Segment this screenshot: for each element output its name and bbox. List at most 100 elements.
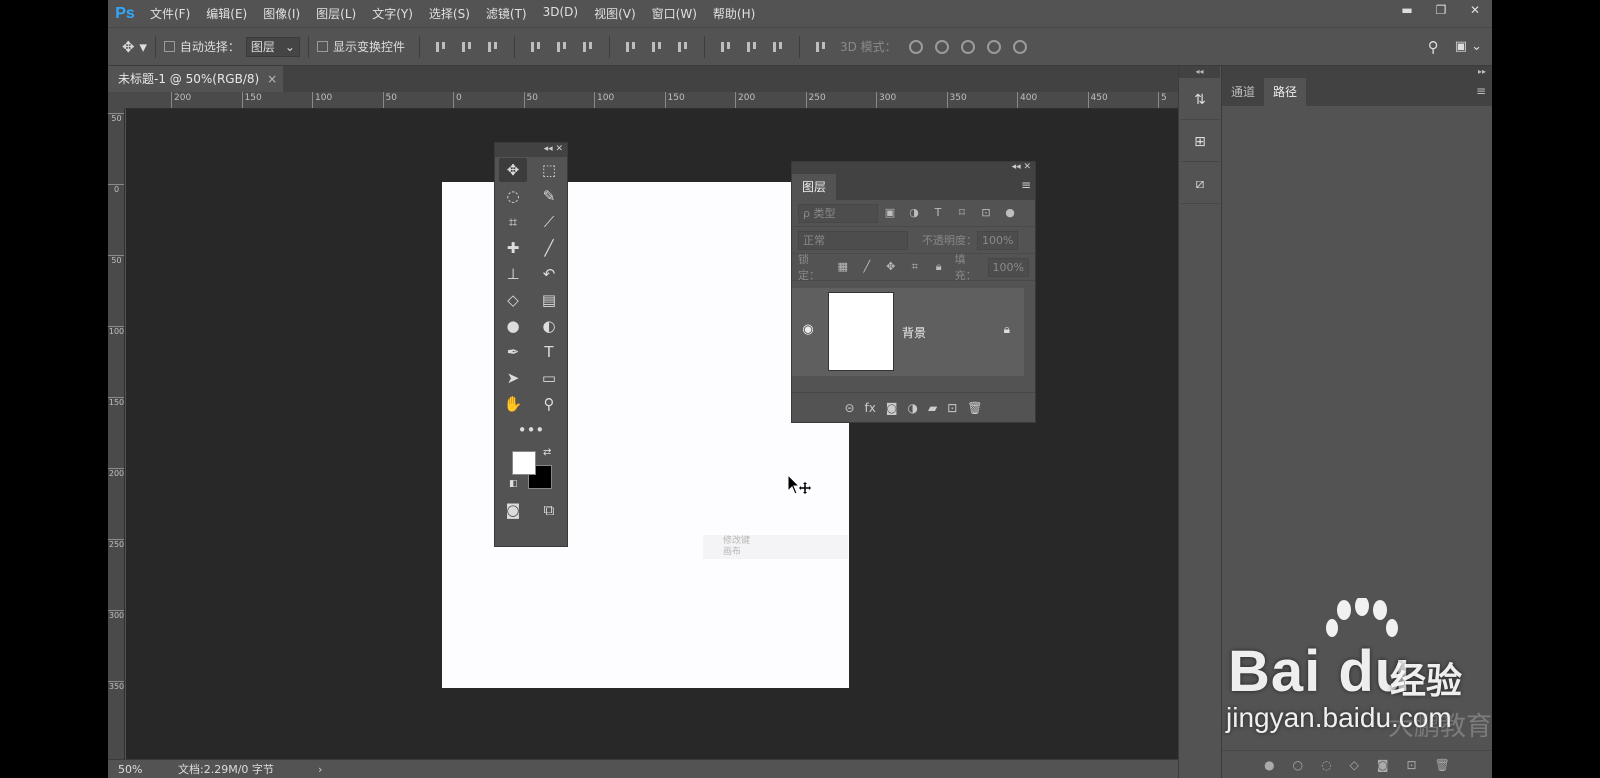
tools-panel-header[interactable]: ◂◂ ✕ [495,143,567,157]
ruler-origin[interactable] [108,92,125,109]
menu-item[interactable]: 文件(F) [142,5,198,22]
fill-path-icon[interactable]: ● [1264,758,1274,772]
history-panel-icon[interactable]: ⇅ [1181,82,1219,120]
fill-field[interactable]: 100% [987,257,1029,277]
tab-paths[interactable]: 路径 [1264,78,1307,106]
canvas-area[interactable]: 修改键 画布 ◂◂ ✕ ✥ ⬚ ◌ ✎ ⌗ ⟋ ✚ ╱ ⊥ ↶ ◇ ▤ ● ◐ ✒ T ➤ ▭ ✋ ⚲ ••• ⇄ ◧ … [126,109,1178,759]
add-mask-icon[interactable]: ◙ [1377,758,1389,772]
show-transform-checkbox[interactable] [316,41,328,52]
restore-button[interactable]: ❐ [1424,0,1458,22]
quick-select-tool-icon[interactable]: ✎ [535,184,563,208]
menu-item[interactable]: 窗口(W) [644,5,705,22]
align-hcenter-icon[interactable] [555,40,569,54]
pen-tool-icon[interactable]: ✒ [499,340,527,364]
delete-path-icon[interactable]: 🗑 [1435,758,1450,772]
3d-roll-icon[interactable] [934,39,949,54]
eyedropper-tool-icon[interactable]: ⟋ [535,210,563,234]
blur-tool-icon[interactable]: ● [499,314,527,338]
smart-object-filter-icon[interactable]: ⊡ [980,207,992,219]
dodge-tool-icon[interactable]: ◐ [535,314,563,338]
history-brush-tool-icon[interactable]: ↶ [535,262,563,286]
distribute-hcenter-icon[interactable] [745,40,759,54]
close-button[interactable]: ✕ [1458,0,1492,22]
close-icon[interactable]: × [267,66,277,92]
menu-item[interactable]: 图层(L) [308,5,364,22]
hand-tool-icon[interactable]: ✋ [499,392,527,416]
adjustment-layer-icon[interactable]: ◑ [908,401,918,415]
filter-kind-dropdown[interactable]: ρ 类型 [798,203,878,223]
align-top-icon[interactable] [434,40,448,54]
distribute-top-icon[interactable] [624,40,638,54]
lock-pixels-icon[interactable]: ▦ [837,261,849,273]
crop-tool-icon[interactable]: ⌗ [499,210,527,234]
libraries-panel-icon[interactable]: ⧄ [1181,166,1219,204]
type-tool-icon[interactable]: T [535,340,563,364]
horizontal-ruler[interactable]: 200 150 100 50 0 50 100 150 200 250 300 350 400 450 5 [125,92,1178,109]
make-work-path-icon[interactable]: ◇ [1350,758,1359,772]
link-layers-icon[interactable]: ⊝ [844,401,854,415]
3d-scale-icon[interactable] [1012,39,1027,54]
menu-item[interactable]: 选择(S) [421,5,478,22]
move-tool-preset-icon[interactable]: ✥ ▾ [122,38,147,56]
distribute-right-icon[interactable] [771,40,785,54]
new-layer-icon[interactable]: ⊡ [947,401,957,415]
layer-row-background[interactable]: ◉ 背景 🔒︎ [792,288,1024,376]
type-filter-icon[interactable]: T [932,207,944,219]
panel-menu-icon[interactable]: ≡ [1476,84,1486,98]
search-icon[interactable]: ⚲ [1428,38,1439,56]
menu-item[interactable]: 3D(D) [535,5,586,22]
distribute-left-icon[interactable] [719,40,733,54]
opacity-field[interactable]: 100% [977,230,1019,250]
menu-item[interactable]: 滤镜(T) [478,5,535,22]
new-path-icon[interactable]: ⊡ [1407,758,1417,772]
auto-select-checkbox[interactable] [163,41,175,52]
layers-panel-header[interactable]: ◂◂ ✕ [792,162,1035,174]
align-left-icon[interactable] [529,40,543,54]
align-vcenter-icon[interactable] [460,40,474,54]
lock-position-icon[interactable]: ✥ [885,261,897,273]
3d-slide-icon[interactable] [986,39,1001,54]
align-bottom-icon[interactable] [486,40,500,54]
auto-align-icon[interactable] [814,40,828,54]
lasso-tool-icon[interactable]: ◌ [499,184,527,208]
lock-all-icon[interactable]: 🔒︎ [933,261,945,273]
distribute-vcenter-icon[interactable] [650,40,664,54]
vertical-ruler[interactable]: 50 0 50 100 150 200 250 300 350 [108,109,125,759]
align-right-icon[interactable] [581,40,595,54]
load-selection-icon[interactable]: ◌ [1321,758,1331,772]
distribute-bottom-icon[interactable] [676,40,690,54]
screen-mode-icon[interactable]: ⧉ [535,498,563,522]
document-tab[interactable]: 未标题-1 @ 50%(RGB/8) × [108,66,284,92]
minimize-button[interactable]: ▬ [1390,0,1424,22]
gradient-tool-icon[interactable]: ▤ [535,288,563,312]
image-filter-icon[interactable]: ▣ [884,207,896,219]
eraser-tool-icon[interactable]: ◇ [499,288,527,312]
shape-tool-icon[interactable]: ▭ [535,366,563,390]
tab-layers[interactable]: 图层 [792,174,837,200]
delete-layer-icon[interactable]: 🗑 [967,401,982,415]
workspace-icon[interactable]: ▣ ⌄ [1455,39,1482,54]
stamp-tool-icon[interactable]: ⊥ [499,262,527,286]
collapse-toggle[interactable]: ◂◂ [1179,66,1220,78]
path-select-tool-icon[interactable]: ➤ [499,366,527,390]
3d-drag-icon[interactable] [960,39,975,54]
blend-mode-dropdown[interactable]: 正常 [798,230,908,250]
move-tool-icon[interactable]: ✥ [499,158,527,182]
menu-item[interactable]: 帮助(H) [705,5,763,22]
brush-tool-icon[interactable]: ╱ [535,236,563,260]
menu-item[interactable]: 图像(I) [255,5,308,22]
eye-icon[interactable]: ◉ [796,322,820,342]
lock-paint-icon[interactable]: ╱ [861,261,873,273]
healing-tool-icon[interactable]: ✚ [499,236,527,260]
menu-item[interactable]: 文字(Y) [364,5,421,22]
stroke-path-icon[interactable]: ○ [1293,758,1303,772]
more-tools-icon[interactable]: ••• [517,418,545,442]
foreground-color-swatch[interactable] [512,451,536,475]
status-menu-arrow[interactable]: › [318,763,322,776]
menu-item[interactable]: 视图(V) [586,5,644,22]
zoom-level[interactable]: 50% [108,763,178,776]
lock-artboard-icon[interactable]: ⌗ [909,261,921,273]
zoom-tool-icon[interactable]: ⚲ [535,392,563,416]
add-mask-icon[interactable]: ◙ [886,401,898,415]
auto-select-target-dropdown[interactable]: 图层 ⌄ [245,36,300,57]
